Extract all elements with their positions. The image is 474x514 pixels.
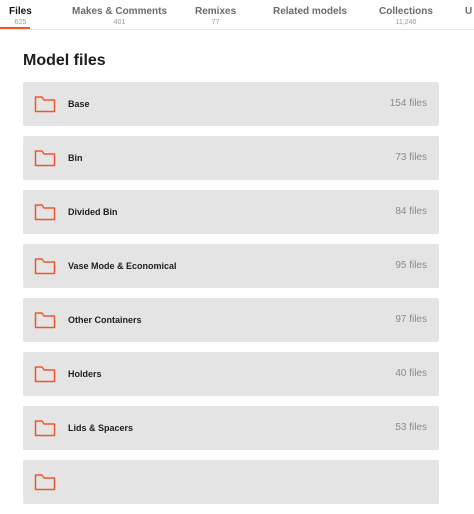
tab-bar: Files 625 Makes & Comments 401 Remixes 7… bbox=[0, 0, 474, 30]
tab-makes-comments-label: Makes & Comments bbox=[72, 6, 168, 17]
folder-icon bbox=[34, 420, 56, 437]
folder-icon bbox=[34, 204, 56, 221]
tab-remixes-count: 77 bbox=[211, 19, 220, 26]
tab-collections-count: 11,240 bbox=[395, 19, 417, 26]
folder-row[interactable] bbox=[23, 460, 439, 504]
page-title: Model files bbox=[23, 52, 106, 69]
tab-related-models[interactable]: Related models bbox=[273, 6, 347, 18]
file-count: 40 files bbox=[395, 368, 427, 379]
folder-name: Holders bbox=[68, 369, 102, 379]
folder-icon bbox=[34, 96, 56, 113]
folder-name: Other Containers bbox=[68, 315, 142, 325]
active-tab-indicator bbox=[0, 27, 30, 29]
file-count: 97 files bbox=[395, 314, 427, 325]
folder-name: Base bbox=[68, 99, 90, 109]
tab-partial[interactable]: U bbox=[465, 6, 472, 18]
folder-icon bbox=[34, 150, 56, 167]
folder-row[interactable]: Lids & Spacers 53 files bbox=[23, 406, 439, 450]
tab-makes-comments-count: 401 bbox=[113, 19, 126, 26]
tab-remixes[interactable]: Remixes 77 bbox=[195, 6, 236, 28]
tab-remixes-label: Remixes bbox=[195, 6, 237, 17]
folder-icon bbox=[34, 366, 56, 383]
file-count: 84 files bbox=[395, 206, 427, 217]
tab-makes-comments[interactable]: Makes & Comments 401 bbox=[72, 6, 167, 28]
file-count: 95 files bbox=[395, 260, 427, 271]
file-count: 154 files bbox=[389, 98, 427, 109]
file-count: 73 files bbox=[395, 152, 427, 163]
tab-partial-label: U bbox=[465, 6, 473, 17]
tab-collections-label: Collections bbox=[379, 6, 433, 17]
tab-collections[interactable]: Collections 11,240 bbox=[379, 6, 433, 28]
folder-name: Lids & Spacers bbox=[68, 423, 134, 433]
folder-row[interactable]: Bin 73 files bbox=[23, 136, 439, 180]
folder-icon bbox=[34, 258, 56, 275]
folder-row[interactable]: Vase Mode & Economical 95 files bbox=[23, 244, 439, 288]
folder-list: Base 154 files Bin 73 files Divided Bin … bbox=[23, 82, 439, 514]
folder-name: Divided Bin bbox=[68, 207, 118, 217]
folder-icon bbox=[34, 312, 56, 329]
tab-files-label: Files bbox=[9, 6, 32, 17]
folder-row[interactable]: Holders 40 files bbox=[23, 352, 439, 396]
folder-name: Vase Mode & Economical bbox=[68, 261, 177, 271]
folder-row[interactable]: Other Containers 97 files bbox=[23, 298, 439, 342]
folder-row[interactable]: Base 154 files bbox=[23, 82, 439, 126]
folder-name: Bin bbox=[68, 153, 83, 163]
folder-row[interactable]: Divided Bin 84 files bbox=[23, 190, 439, 234]
tab-related-models-label: Related models bbox=[273, 6, 347, 17]
file-count: 53 files bbox=[395, 422, 427, 433]
folder-icon bbox=[34, 474, 56, 491]
tab-files[interactable]: Files 625 bbox=[9, 6, 32, 28]
